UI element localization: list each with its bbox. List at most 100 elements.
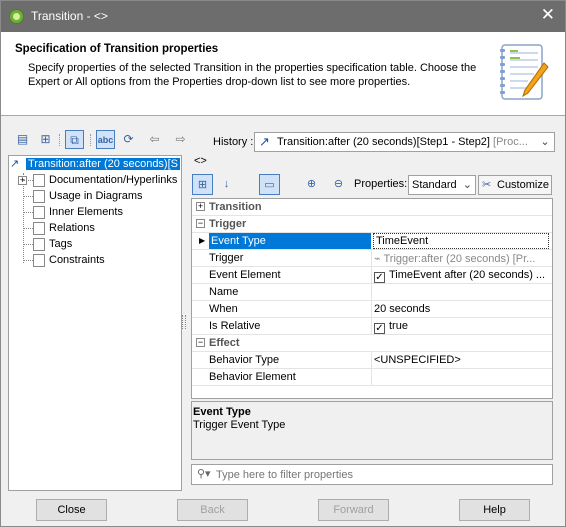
transition-arrow-icon: ↗ (10, 158, 20, 170)
history-label: History : (213, 136, 254, 148)
property-row[interactable]: Behavior Element (192, 369, 552, 386)
property-row[interactable]: Event Element ✓ TimeEvent after (20 secon… (192, 267, 552, 284)
property-value[interactable]: ✓ true (374, 320, 550, 334)
tree-root-transition[interactable]: ↗ Transition:after (20 seconds)[S (10, 157, 180, 172)
property-row[interactable]: Name (192, 284, 552, 301)
property-name: Is Relative (209, 320, 261, 332)
property-row[interactable]: ▶ Event Type TimeEvent (192, 233, 552, 250)
property-row[interactable]: Trigger ⌁ Trigger:after (20 seconds) [Pr… (192, 250, 552, 267)
header-panel: Specification of Transition properties S… (1, 32, 565, 116)
app-icon (9, 9, 24, 24)
search-icon[interactable]: ⚲▾ (197, 467, 211, 480)
page-icon (33, 254, 45, 267)
help-button[interactable]: Help (459, 499, 530, 521)
group-effect[interactable]: − Effect (192, 335, 552, 352)
tree-item-documentation[interactable]: Documentation/Hyperlinks (49, 174, 177, 186)
filter-box: ⚲▾ (191, 464, 553, 485)
close-button[interactable]: Close (36, 499, 107, 521)
properties-mode-value: Standard (412, 179, 457, 191)
history-value: Transition:after (20 seconds)[Step1 - St… (277, 136, 490, 148)
show-inner-icon[interactable]: ⧉ (65, 130, 84, 149)
tree-item-usage[interactable]: Usage in Diagrams (49, 190, 143, 202)
column-divider (371, 318, 372, 335)
description-title: Event Type (193, 406, 251, 418)
check-icon[interactable]: ✓ (374, 272, 385, 283)
history-value-more: [Proc... (489, 136, 528, 148)
group-transition[interactable]: + Transition (192, 199, 552, 216)
description-toggle-icon[interactable]: ▭ (259, 174, 280, 195)
property-name: Behavior Type (209, 354, 280, 366)
group-label: Transition (209, 201, 262, 213)
property-row[interactable]: Is Relative ✓ true (192, 318, 552, 335)
group-trigger[interactable]: − Trigger (192, 216, 552, 233)
splitter-handle[interactable] (182, 315, 186, 329)
header-title: Specification of Transition properties (15, 43, 219, 55)
chevron-down-icon[interactable]: ⌄ (536, 133, 554, 151)
description-text: Trigger Event Type (193, 419, 286, 431)
properties-mode-select[interactable]: Standard ⌄ (408, 175, 476, 195)
element-crumb: <> (194, 155, 207, 167)
property-grid: + Transition − Trigger ▶ Event Type Time… (191, 198, 553, 399)
categorized-view-icon[interactable]: ⊞ (192, 174, 213, 195)
transition-arrow-icon: ↗ (259, 134, 270, 149)
collapse-icon[interactable]: − (196, 219, 205, 228)
specification-document-icon (500, 44, 549, 100)
refresh-icon[interactable]: ⟳ (119, 130, 138, 149)
chevron-down-icon: ⌄ (462, 179, 472, 191)
button-bar: Close Back Forward Help (1, 492, 565, 526)
property-value[interactable]: 20 seconds (374, 303, 550, 315)
is-relative-checkbox[interactable]: ✓ (374, 323, 385, 334)
column-divider (371, 352, 372, 369)
properties-toolbar: ⊞ ↓ ▭ ⊕ ⊖ Properties: Standard ⌄ ✂ Custo… (188, 172, 556, 198)
property-value[interactable]: ✓ TimeEvent after (20 seconds) ... (374, 269, 550, 283)
forward-arrow-icon[interactable]: ⇨ (171, 130, 190, 149)
property-name: Event Type (209, 233, 371, 249)
expand-icon[interactable]: + (196, 202, 205, 211)
page-icon (33, 190, 45, 203)
group-label: Effect (209, 337, 240, 349)
collapse-all-icon[interactable]: ⊖ (328, 174, 349, 195)
page-icon (33, 238, 45, 251)
spelling-icon[interactable]: abc (96, 130, 115, 149)
history-dropdown[interactable]: ↗ Transition:after (20 seconds)[Step1 - … (254, 132, 555, 152)
property-value[interactable]: ⌁ Trigger:after (20 seconds) [Pr... (374, 252, 550, 265)
tree-view-icon[interactable]: ▤ (13, 130, 32, 149)
collapse-icon[interactable]: − (196, 338, 205, 347)
page-icon (33, 206, 45, 219)
properties-panel: <> ⊞ ↓ ▭ ⊕ ⊖ Properties: Standard ⌄ ✂ Cu… (188, 155, 556, 491)
property-name: Event Element (209, 269, 281, 281)
tree-line (23, 173, 24, 263)
property-row[interactable]: Behavior Type <UNSPECIFIED> (192, 352, 552, 369)
hierarchy-icon[interactable]: ⊞ (36, 130, 55, 149)
expand-all-icon[interactable]: ⊕ (301, 174, 322, 195)
group-label: Trigger (209, 218, 247, 230)
property-value[interactable]: <UNSPECIFIED> (374, 354, 550, 366)
column-divider (371, 250, 372, 267)
page-icon (33, 222, 45, 235)
window-title: Transition - <> (31, 9, 108, 23)
forward-button[interactable]: Forward (318, 499, 389, 521)
close-icon[interactable]: ✕ (541, 5, 555, 25)
property-name: Behavior Element (209, 371, 296, 383)
tree-item-inner-elements[interactable]: Inner Elements (49, 206, 123, 218)
back-button[interactable]: Back (177, 499, 248, 521)
property-row[interactable]: When 20 seconds (192, 301, 552, 318)
properties-label: Properties: (354, 178, 408, 190)
tree-item-relations[interactable]: Relations (49, 222, 95, 234)
column-divider (371, 267, 372, 284)
filter-input[interactable] (216, 467, 546, 483)
trigger-value: Trigger:after (20 seconds) [Pr... (383, 253, 536, 265)
toolbar-separator (59, 134, 60, 146)
back-arrow-icon[interactable]: ⇦ (145, 130, 164, 149)
event-element-value: TimeEvent after (20 seconds) ... (389, 269, 546, 281)
tree-item-constraints[interactable]: Constraints (49, 254, 105, 266)
column-divider (371, 301, 372, 318)
sort-alpha-icon[interactable]: ↓ (216, 174, 237, 195)
toolbar-separator (90, 134, 91, 146)
property-value-field[interactable]: TimeEvent (373, 233, 549, 249)
tree-item-tags[interactable]: Tags (49, 238, 72, 250)
customize-button[interactable]: ✂ Customize (478, 175, 552, 195)
property-name: Trigger (209, 252, 244, 264)
column-divider (371, 284, 372, 301)
dialog-window: Transition - <> ✕ Specification of Trans… (0, 0, 566, 527)
